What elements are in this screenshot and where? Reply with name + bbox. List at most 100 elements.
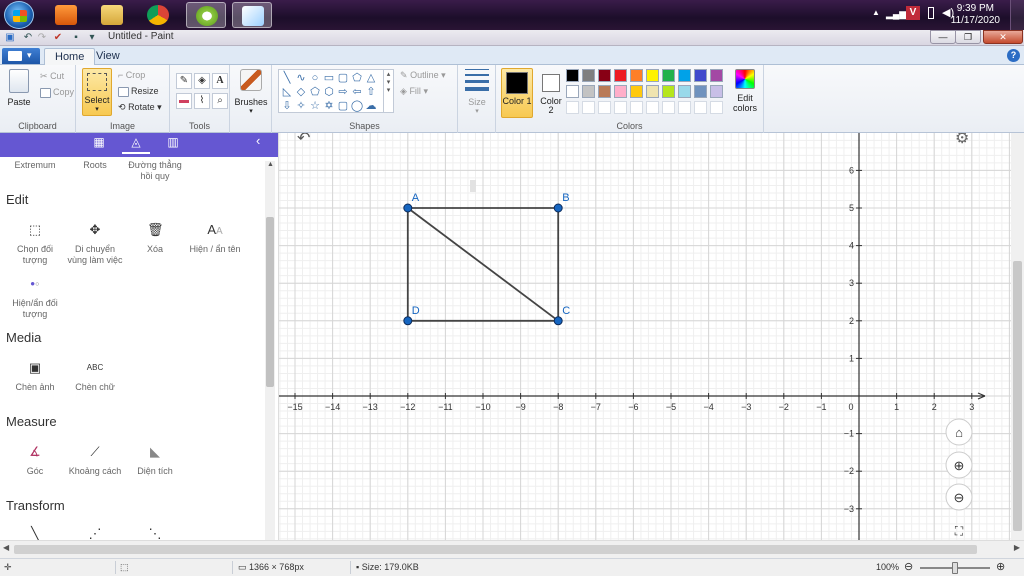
tool-reflect-line[interactable]: ╲	[4, 526, 66, 540]
paste-button[interactable]: Paste	[4, 69, 34, 107]
tools-view-icon[interactable]: ◬	[129, 135, 143, 149]
color-swatch[interactable]	[614, 85, 627, 98]
color-swatch[interactable]	[566, 69, 579, 82]
color-swatch[interactable]	[582, 101, 595, 114]
cut-button[interactable]: ✂ Cut	[40, 71, 64, 82]
color-swatch[interactable]	[630, 85, 643, 98]
diamond-shape-icon[interactable]: ◇	[294, 85, 308, 99]
color-swatch[interactable]	[662, 69, 675, 82]
size-button[interactable]: Size ▾	[462, 69, 492, 115]
taskbar-paint[interactable]	[232, 2, 272, 28]
tool-reflect-point[interactable]: ⋰	[64, 526, 126, 540]
save-icon[interactable]: ✔	[52, 32, 64, 44]
four-point-star-shape-icon[interactable]: ✧	[294, 99, 308, 113]
taskbar-file-explorer[interactable]	[92, 2, 132, 28]
color-swatch[interactable]	[598, 69, 611, 82]
color-swatch[interactable]	[614, 101, 627, 114]
paint-app-icon[interactable]: ▣	[4, 32, 16, 44]
line-shape-icon[interactable]: ╲	[280, 71, 294, 85]
rounded-rectangle-shape-icon[interactable]: ▢	[336, 71, 350, 85]
color-swatch[interactable]	[694, 101, 707, 114]
color-swatch[interactable]	[710, 85, 723, 98]
color-swatch[interactable]	[678, 69, 691, 82]
tool-insert-text[interactable]: ABC Chèn chữ	[64, 360, 126, 393]
panel-scroll-up-icon[interactable]: ▲	[267, 161, 274, 168]
triangle-shape-icon[interactable]: △	[364, 71, 378, 85]
graphics-settings-icon[interactable]: ⚙	[955, 133, 969, 147]
six-point-star-shape-icon[interactable]: ✡	[322, 99, 336, 113]
fill-bucket-icon[interactable]: ◈	[194, 73, 210, 89]
tool-roots[interactable]: Roots	[64, 160, 126, 171]
color-swatch[interactable]	[598, 85, 611, 98]
color-swatch[interactable]	[694, 85, 707, 98]
help-icon[interactable]: ?	[1007, 49, 1020, 62]
pencil-icon[interactable]: ✎	[176, 73, 192, 89]
antivirus-icon[interactable]: V	[906, 6, 920, 20]
quick-access-save-icon[interactable]: ▪	[70, 32, 82, 44]
fullscreen-icon[interactable]: ⛶	[954, 524, 964, 538]
canvas-vertical-scrollbar[interactable]	[1011, 133, 1024, 540]
graphics-undo-icon[interactable]: ↶	[297, 133, 310, 147]
hexagon-shape-icon[interactable]: ⬡	[322, 85, 336, 99]
eraser-icon[interactable]: ▬	[176, 93, 192, 109]
color-swatch[interactable]	[678, 101, 691, 114]
select-button[interactable]: Select ▾	[82, 68, 112, 116]
signal-icon[interactable]: ▂▄▆	[886, 9, 906, 20]
customize-quick-access-icon[interactable]: ▾	[86, 32, 98, 44]
file-menu-button[interactable]: ▾	[2, 48, 40, 64]
home-view-icon[interactable]: ⌂	[955, 425, 963, 440]
color-swatch[interactable]	[566, 85, 579, 98]
color1-button[interactable]: Color 1	[501, 68, 533, 118]
fill-button[interactable]: ◈ Fill ▾	[400, 86, 428, 97]
tool-move-graphics[interactable]: ✥ Di chuyển vùng làm việc	[64, 222, 126, 266]
tool-show-hide-label[interactable]: AA Hiện / ẩn tên	[184, 222, 246, 255]
color-swatch[interactable]	[694, 69, 707, 82]
color2-button[interactable]: Color 2	[536, 68, 566, 118]
color-swatch[interactable]	[662, 85, 675, 98]
color-swatch[interactable]	[582, 85, 595, 98]
scroll-right-icon[interactable]: ▶	[1014, 543, 1020, 552]
collapse-panel-icon[interactable]: ‹	[256, 133, 260, 148]
color-swatch[interactable]	[630, 101, 643, 114]
callout-cloud-shape-icon[interactable]: ☁	[364, 99, 378, 113]
color-swatch[interactable]	[630, 69, 643, 82]
resize-button[interactable]: Resize	[118, 86, 159, 97]
tray-chevron-icon[interactable]: ▲	[872, 8, 880, 17]
color-swatch[interactable]	[662, 101, 675, 114]
tool-delete[interactable]: 🗑 Xóa	[124, 222, 186, 255]
taskbar-chrome[interactable]	[138, 2, 178, 28]
rectangle-shape-icon[interactable]: ▭	[322, 71, 336, 85]
tool-regression-line[interactable]: Đường thẳng hồi quy	[124, 160, 186, 182]
scroll-left-icon[interactable]: ◀	[3, 543, 9, 552]
color-swatch[interactable]	[678, 85, 691, 98]
oval-shape-icon[interactable]: ○	[308, 71, 322, 85]
color-picker-icon[interactable]: ⌇	[194, 93, 210, 109]
text-tool-icon[interactable]: A	[212, 73, 228, 89]
taskbar-clock[interactable]: 9:39 PM 11/17/2020	[951, 3, 1000, 27]
color-swatch[interactable]	[646, 85, 659, 98]
curve-shape-icon[interactable]: ∿	[294, 71, 308, 85]
battery-icon[interactable]	[928, 7, 934, 19]
tool-show-hide-object[interactable]: •◦ Hiện/ẩn đối tượng	[4, 276, 66, 320]
taskbar-geogebra[interactable]	[186, 2, 226, 28]
panel-scrollbar-thumb[interactable]	[266, 217, 274, 387]
tab-view[interactable]: View	[86, 48, 130, 66]
zoom-in-icon[interactable]: ⊕	[996, 560, 1005, 573]
tool-reflect-circle[interactable]: ⋱	[124, 526, 186, 540]
right-triangle-shape-icon[interactable]: ◺	[280, 85, 294, 99]
start-button[interactable]	[4, 1, 34, 29]
shapes-gallery[interactable]: ╲ ∿ ○ ▭ ▢ ⬠ △ ◺ ◇ ⬠ ⬡ ⇨ ⇦ ⇧ ⇩ ✧ ☆ ✡ ▢ ◯ …	[278, 69, 394, 113]
left-arrow-shape-icon[interactable]: ⇦	[350, 85, 364, 99]
shapes-gallery-scroll[interactable]: ▴ ▾ ▾	[383, 70, 393, 112]
zoom-slider-thumb[interactable]	[952, 562, 958, 574]
table-view-icon[interactable]: ▥	[166, 135, 180, 149]
five-point-star-shape-icon[interactable]: ☆	[308, 99, 322, 113]
undo-icon[interactable]: ↶	[22, 32, 34, 44]
tool-select-object[interactable]: ⬚ Chọn đối tượng	[4, 222, 66, 266]
tool-area[interactable]: ◣ Diện tích	[124, 444, 186, 477]
restore-button[interactable]: ❐	[955, 30, 981, 44]
canvas-vertical-scroll-thumb[interactable]	[1013, 261, 1022, 531]
show-desktop-button[interactable]	[1010, 0, 1024, 30]
right-arrow-shape-icon[interactable]: ⇨	[336, 85, 350, 99]
edit-colors-button[interactable]: Edit colors	[730, 69, 760, 113]
